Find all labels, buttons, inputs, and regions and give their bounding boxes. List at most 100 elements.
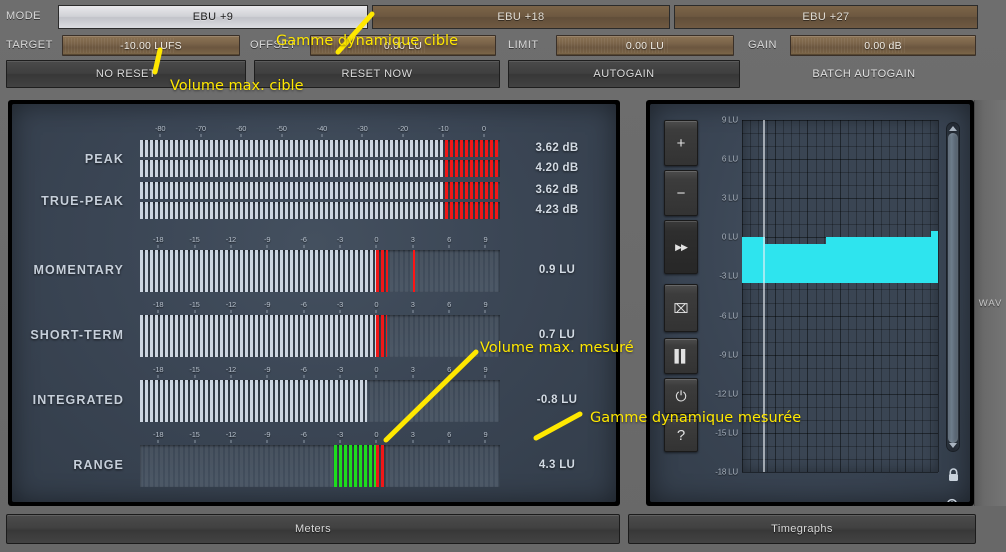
peak-tick-label: -50 xyxy=(276,124,287,133)
momentary-tick-label: -9 xyxy=(264,235,271,244)
momentary-tick-label: -3 xyxy=(336,235,344,244)
grid-line-horizontal xyxy=(742,315,938,317)
no-reset-button[interactable]: NO RESET xyxy=(6,60,246,88)
meter-label-true-peak: TRUE-PEAK xyxy=(41,194,124,208)
autogain-button[interactable]: AUTOGAIN xyxy=(508,60,740,88)
momentary-scale: -18 -15 -12 -9 -6 -3 0 3 6 9 xyxy=(12,235,616,248)
peak-tick-mark xyxy=(361,134,363,137)
target-value-field[interactable]: -10.00 LUFS xyxy=(62,35,240,56)
reset-now-button[interactable]: RESET NOW xyxy=(254,60,500,88)
peak-bar-track-1 xyxy=(140,140,500,157)
scroll-up-arrow[interactable] xyxy=(949,126,957,131)
timegraph-panel-inner: + − ▶▶ ⌧ ▌▌ ⏻? 9 LU 6 LU 3 LU 0 LU -3 LU -6 LU -9 LU… xyxy=(650,104,970,502)
integrated-tick-mark xyxy=(339,375,341,378)
grid-line-horizontal xyxy=(742,341,938,343)
peak-tick-mark xyxy=(200,134,202,137)
range-tick-mark xyxy=(375,440,377,443)
range-tick-label: -15 xyxy=(189,430,200,439)
grid-line-horizontal xyxy=(742,120,938,121)
integrated-tick-mark xyxy=(303,375,305,378)
lock-icon[interactable] xyxy=(944,466,962,484)
momentary-peak-hold xyxy=(412,250,415,292)
fast-forward-button[interactable]: ▶▶ xyxy=(664,220,698,274)
integrated-tick-mark xyxy=(375,375,377,378)
range-tick-label: -3 xyxy=(336,430,344,439)
mode-button-ebu-18[interactable]: EBU +18 xyxy=(372,5,670,29)
timegraph-plot[interactable] xyxy=(742,120,939,473)
timegraph-panel: + − ▶▶ ⌧ ▌▌ ⏻? 9 LU 6 LU 3 LU 0 LU -3 LU -6 LU -9 LU… xyxy=(646,100,974,506)
zoom-out-icon: − xyxy=(676,184,686,202)
peak-readout-1: 3.62 dB xyxy=(535,142,579,154)
timegraph-playhead[interactable] xyxy=(762,120,765,472)
momentary-tick-mark xyxy=(266,245,268,248)
peak-tick-label: -80 xyxy=(155,124,166,133)
tab-timegraphs[interactable]: Timegraphs xyxy=(628,514,976,544)
limit-value-field[interactable]: 0.00 LU xyxy=(556,35,734,56)
peak-bar-fill xyxy=(140,160,446,177)
wav-tab-label: WAV xyxy=(978,297,1003,309)
offset-value-field[interactable]: 0.00 LU xyxy=(310,35,496,56)
range-tick-mark xyxy=(412,440,414,443)
peak-bar-fill xyxy=(140,182,446,199)
momentary-bar-track xyxy=(140,250,500,292)
gain-value-field[interactable]: 0.00 dB xyxy=(790,35,976,56)
integrated-scale: -18 -15 -12 -9 -6 -3 0 3 6 9 xyxy=(12,365,616,378)
meter-label-peak: PEAK xyxy=(84,152,124,166)
grid-line-horizontal xyxy=(742,198,938,200)
short_term-readout: 0.7 LU xyxy=(538,329,576,341)
range-tick-label: 6 xyxy=(447,430,452,439)
range-tick-label: -18 xyxy=(153,430,164,439)
short_term-tick-mark xyxy=(375,310,377,313)
momentary-tick-label: -12 xyxy=(225,235,237,244)
integrated-readout: -0.8 LU xyxy=(536,394,578,406)
range-bar-red xyxy=(376,445,387,487)
momentary-tick-label: -6 xyxy=(300,235,307,244)
peak-tick-label: -20 xyxy=(397,124,409,133)
range-tick-mark xyxy=(157,440,159,443)
integrated-tick-label: -3 xyxy=(336,365,344,374)
integrated-tick-label: -6 xyxy=(300,365,307,374)
short_term-tick-label: 6 xyxy=(447,300,452,309)
peak-bar-fill xyxy=(140,140,446,157)
range-readout: 4.3 LU xyxy=(538,459,576,471)
short_term-tick-label: -15 xyxy=(189,300,200,309)
wav-side-tab[interactable]: WAV xyxy=(974,100,1006,506)
mode-button-ebu-9[interactable]: EBU +9 xyxy=(58,5,368,29)
meter-label-range: RANGE xyxy=(73,458,124,472)
batch-autogain-button[interactable]: BATCH AUTOGAIN xyxy=(748,60,980,88)
timegraph-y-label: -6 LU xyxy=(719,311,738,321)
momentary-bar-fill xyxy=(140,250,377,292)
grid-line-horizontal xyxy=(742,419,938,421)
momentary-tick-mark xyxy=(375,245,377,248)
target-label: TARGET xyxy=(6,39,53,51)
grid-line-horizontal xyxy=(742,380,938,382)
timegraph-scrollbar-track[interactable] xyxy=(946,122,960,452)
timegraph-y-label: -15 LU xyxy=(715,428,738,438)
scroll-down-arrow[interactable] xyxy=(949,443,957,448)
short_term-tick-mark xyxy=(266,310,268,313)
short_term-tick-mark xyxy=(448,310,450,313)
integrated-tick-mark xyxy=(484,375,486,378)
range-tick-mark xyxy=(303,440,305,443)
peak-tick-label: -60 xyxy=(235,124,247,133)
short_term-tick-mark xyxy=(157,310,159,313)
delete-button[interactable]: ⌧ xyxy=(664,284,698,332)
peak-bar-over xyxy=(445,202,500,219)
grid-line-horizontal xyxy=(742,289,938,291)
peak-bar-over xyxy=(445,182,499,199)
grid-line-horizontal xyxy=(742,133,938,135)
mode-button-ebu-27[interactable]: EBU +27 xyxy=(674,5,978,29)
tab-meters[interactable]: Meters xyxy=(6,514,620,544)
momentary-tick-mark xyxy=(448,245,450,248)
grid-line-horizontal xyxy=(742,159,938,161)
fast-forward-icon: ▶▶ xyxy=(675,241,688,252)
peak-tick-mark xyxy=(159,134,161,137)
momentary-tick-mark xyxy=(157,245,159,248)
zoom-in-icon[interactable] xyxy=(944,496,962,502)
timegraph-scrollbar-thumb[interactable] xyxy=(948,133,958,443)
short_term-tick-label: -18 xyxy=(153,300,164,309)
grid-line-horizontal xyxy=(742,328,938,330)
timegraph-y-label: 9 LU xyxy=(721,115,738,125)
meters-panel-inner: -80 -70 -60 -50 -40 -30 -20 -10 0 3.62 dB 4.20 dB 3… xyxy=(12,104,616,502)
integrated-tick-mark xyxy=(412,375,414,378)
